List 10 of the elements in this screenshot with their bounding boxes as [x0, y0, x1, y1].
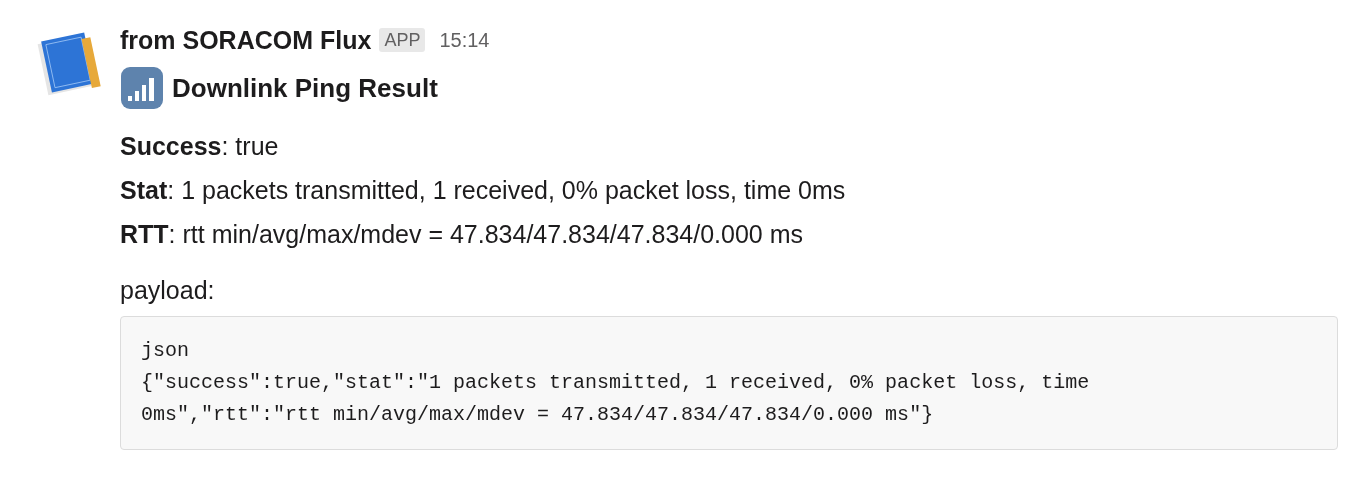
- code-block: json {"success":true,"stat":"1 packets transmitted, 1 received, 0% packet loss, time 0ms","rtt":"rtt min/avg/max/mdev = 47.834/47.834/47.834/0.000 ms"}: [120, 316, 1338, 450]
- app-badge: APP: [379, 27, 426, 53]
- timestamp[interactable]: 15:14: [439, 25, 490, 55]
- field-text: Success: true: [120, 131, 280, 162]
- payload-label: payload:: [120, 275, 216, 306]
- sender-name[interactable]: from SORACOM Flux: [120, 27, 372, 53]
- message-title: Downlink Ping Result: [172, 71, 438, 105]
- field-text: Stat: 1 packets transmitted, 1 received, 0% packet loss, time 0ms: [120, 175, 847, 206]
- signal-bars-icon: [120, 66, 164, 110]
- field-text: RTT: rtt min/avg/max/mdev = 47.834/47.834/47.834/0.000 ms: [120, 219, 804, 250]
